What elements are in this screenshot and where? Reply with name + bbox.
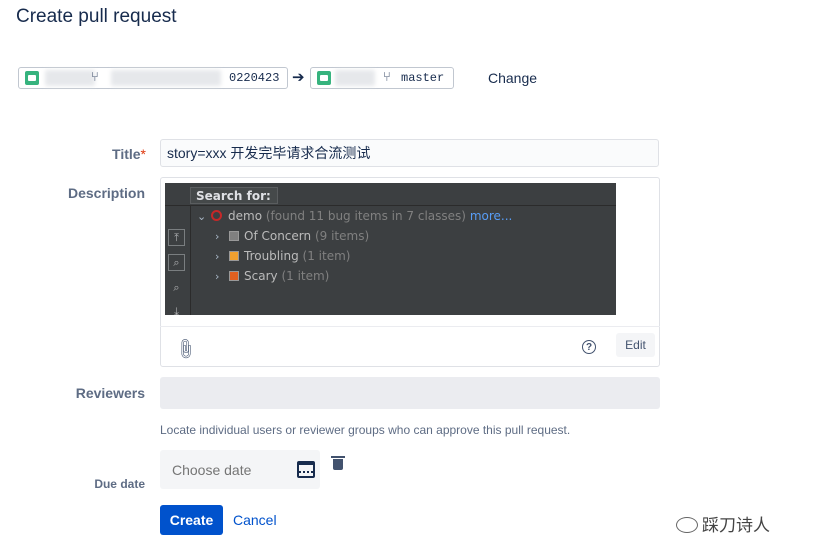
item-count: (1 item)	[281, 269, 330, 283]
help-icon[interactable]: ?	[582, 340, 596, 354]
category-square-icon	[229, 271, 239, 281]
redacted-repo-name	[45, 70, 95, 86]
watermark-text: 踩刀诗人	[702, 516, 770, 536]
title-label: Title*	[112, 146, 146, 162]
item-label: Of Concern	[244, 229, 312, 243]
category-square-icon	[229, 231, 239, 241]
trash-icon[interactable]	[331, 456, 345, 470]
branch-icon: ⑂	[383, 70, 391, 85]
target-branch-selector[interactable]: ⑂ master	[310, 67, 454, 89]
title-input[interactable]	[160, 139, 659, 167]
tree-item: › Scary (1 item)	[215, 269, 329, 283]
tree-item: › Of Concern (9 items)	[215, 229, 369, 243]
target-branch-name: master	[401, 71, 445, 85]
item-count: (1 item)	[302, 249, 351, 263]
source-branch-name: 0220423	[229, 71, 280, 85]
repository-icon	[25, 71, 39, 85]
repository-icon	[317, 71, 331, 85]
chevron-down-icon: ⌄	[197, 210, 207, 223]
required-mark: *	[140, 146, 146, 162]
due-date-input[interactable]	[160, 450, 320, 489]
edit-button[interactable]: Edit	[616, 333, 655, 357]
category-square-icon	[229, 251, 239, 261]
calendar-icon[interactable]	[297, 461, 315, 478]
reviewers-helper-text: Locate individual users or reviewer grou…	[160, 423, 571, 437]
redacted-branch-name	[111, 70, 221, 86]
watermark: 踩刀诗人	[676, 511, 770, 536]
create-button[interactable]: Create	[160, 505, 223, 535]
item-label: Scary	[244, 269, 278, 283]
tool-gutter: ⤒ ⌕ ⌕ ⤓	[165, 206, 191, 315]
page-title: Create pull request	[16, 6, 177, 27]
filter-icon: ⌕	[168, 254, 185, 271]
root-summary: (found 11 bug items in 7 classes)	[265, 209, 466, 223]
editor-toolbar-divider	[160, 326, 660, 327]
search-for-label: Search for:	[190, 187, 278, 204]
chevron-right-icon: ›	[215, 230, 220, 243]
description-label: Description	[67, 185, 145, 201]
reviewers-input[interactable]	[160, 377, 660, 409]
source-branch-selector[interactable]: ⑂ 0220423	[18, 67, 288, 89]
redacted-repo-name	[335, 70, 375, 86]
bug-icon	[211, 210, 222, 221]
export-icon: ⤒	[168, 229, 185, 246]
collapse-icon: ⤓	[174, 305, 179, 315]
arrow-right-icon: ➔	[292, 69, 305, 86]
root-name: demo	[228, 209, 263, 223]
item-count: (9 items)	[314, 229, 370, 243]
more-link: more...	[469, 209, 513, 223]
branch-icon: ⑂	[91, 70, 99, 85]
chevron-right-icon: ›	[215, 270, 220, 283]
embedded-screenshot: Search for: ⤒ ⌕ ⌕ ⤓ ⌄ demo (found 11 bug …	[165, 183, 616, 315]
tree-item: › Troubling (1 item)	[215, 249, 350, 263]
item-label: Troubling	[244, 249, 299, 263]
wechat-icon	[676, 517, 698, 533]
chevron-right-icon: ›	[215, 250, 220, 263]
tree-root: ⌄ demo (found 11 bug items in 7 classes) …	[197, 209, 512, 223]
reviewers-label: Reviewers	[75, 385, 145, 401]
cancel-link[interactable]: Cancel	[233, 512, 277, 528]
due-date-label: Due date	[94, 477, 145, 491]
search-icon: ⌕	[173, 281, 180, 294]
change-link[interactable]: Change	[488, 70, 537, 86]
